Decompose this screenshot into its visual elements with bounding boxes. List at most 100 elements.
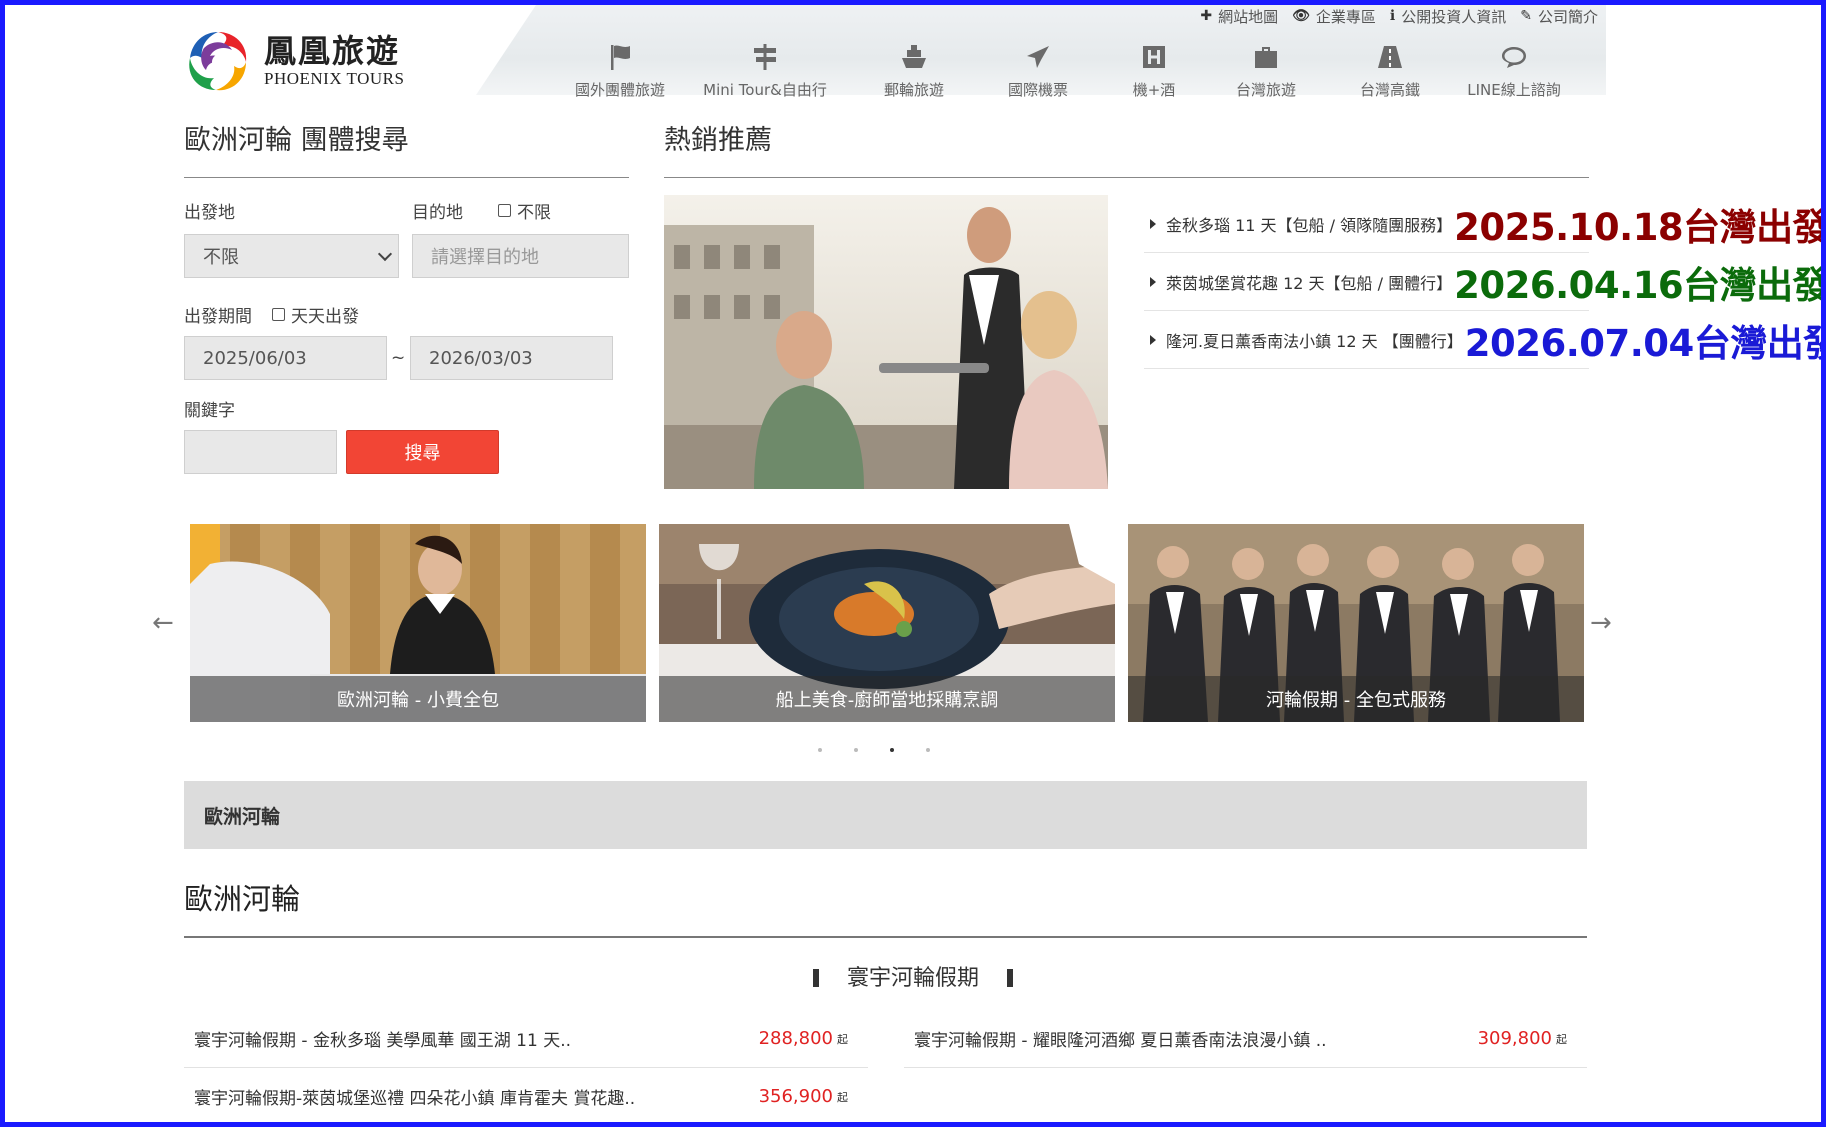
group-title: 寰宇河輪假期 <box>846 966 979 991</box>
hot-picks-photo[interactable] <box>664 195 1108 489</box>
origin-select[interactable]: 不限 <box>184 234 399 278</box>
checkbox[interactable] <box>272 308 285 321</box>
nav-taiwan-travel[interactable]: 台灣旅遊 <box>1210 39 1322 100</box>
nav-label: LINE線上諮詢 <box>1467 81 1561 99</box>
search-title: 歐洲河輪 團體搜尋 <box>184 118 629 178</box>
slide-caption: 歐洲河輪 - 小費全包 <box>190 676 646 722</box>
pagination-dot[interactable] <box>854 748 858 752</box>
chat-icon <box>1502 47 1526 68</box>
enterprise-label: 企業專區 <box>1315 7 1376 26</box>
nav-label: 台灣旅遊 <box>1235 81 1296 99</box>
keyword-label: 關鍵字 <box>184 401 235 421</box>
carousel-slide[interactable]: 歐洲河輪 - 小費全包 <box>190 524 646 722</box>
hot-item-title: 金秋多瑙 11 天【包船 / 領隊隨團服務】 <box>1166 215 1453 235</box>
category-title: 歐洲河輪 <box>184 876 1587 938</box>
trip-row[interactable]: 寰宇河輪假期 - 金秋多瑙 美學風華 國王湖 11 天.. 288,800 起 <box>184 1010 868 1068</box>
trip-row[interactable]: 寰宇河輪假期 - 耀眼隆河酒鄉 夏日薰香南法浪漫小鎮 .. 309,800 起 <box>904 1010 1587 1068</box>
dest-label: 目的地 <box>412 203 463 223</box>
pagination-dot-active[interactable] <box>890 748 894 752</box>
nav-mini-tour[interactable]: Mini Tour&自由行 <box>680 39 850 100</box>
destination-input[interactable]: 請選擇目的地 <box>412 234 629 278</box>
pagination-dot[interactable] <box>926 748 930 752</box>
hot-item-title: 隆河.夏日薰香南法小鎮 12 天 【團體行】 <box>1166 331 1463 351</box>
nav-hsr[interactable]: 台灣高鐵 <box>1322 39 1458 100</box>
period-label: 出發期間 <box>184 307 252 327</box>
nav-label: 台灣高鐵 <box>1359 81 1420 99</box>
feature-carousel: ← → 歐洲河輪 - 小費全包 船上美食-廚師當地採購烹調 河輪假期 - 全包式… <box>150 524 1612 724</box>
dest-any-checkbox[interactable]: 不限 <box>498 198 551 223</box>
plane-icon <box>1027 46 1049 68</box>
heading-bar-left <box>812 969 819 987</box>
carousel-next-arrow-icon[interactable]: → <box>1590 608 1612 638</box>
carousel-pagination <box>818 748 930 752</box>
nav-label: 郵輪旅遊 <box>883 81 944 99</box>
nav-flight-hotel[interactable]: 機+酒 <box>1098 39 1210 100</box>
group-heading: 寰宇河輪假期 <box>0 960 1826 992</box>
ship-icon <box>902 45 926 68</box>
trip-row[interactable]: 寰宇河輪假期-萊茵城堡巡禮 四朵花小鎮 庫肯霍夫 賞花趣.. 356,900 起 <box>184 1068 868 1126</box>
daily-departure-label: 天天出發 <box>291 307 359 327</box>
about-link[interactable]: ✎ 公司簡介 <box>1520 5 1598 27</box>
checkbox[interactable] <box>498 204 511 217</box>
hot-title: 熱銷推薦 <box>664 118 1589 178</box>
caret-right-icon <box>1150 334 1156 345</box>
pagination-dot[interactable] <box>818 748 822 752</box>
investor-label: 公開投資人資訊 <box>1401 7 1507 26</box>
suitcase-icon <box>1255 47 1277 68</box>
nav-flights[interactable]: 國際機票 <box>978 39 1098 100</box>
brand-logo[interactable]: 鳳凰旅遊 PHOENIX TOURS <box>182 25 422 97</box>
nav-cruise[interactable]: 郵輪旅遊 <box>850 39 978 100</box>
plus-icon: ✚ <box>1200 8 1213 24</box>
sitemap-label: 網站地圖 <box>1218 7 1279 26</box>
investor-link[interactable]: ℹ 公開投資人資訊 <box>1390 5 1506 27</box>
caret-right-icon <box>1150 218 1156 229</box>
brand-name-cn: 鳳凰旅遊 <box>264 32 401 70</box>
carousel-slide[interactable]: 河輪假期 - 全包式服務 <box>1128 524 1584 722</box>
trip-price: 356,900 <box>758 1086 833 1107</box>
main-nav: 國外團體旅遊 Mini Tour&自由行 郵輪旅遊 國際機票 機+酒 台灣旅遊 … <box>560 39 1570 100</box>
hot-item[interactable]: 萊茵城堡賞花趣 12 天【包船 / 團體行】 2026.04.16台灣出發 <box>1144 253 1826 311</box>
keyword-input[interactable] <box>184 430 337 474</box>
info-icon: ℹ <box>1389 8 1396 24</box>
trip-price: 309,800 <box>1477 1028 1552 1049</box>
trip-name: 寰宇河輪假期-萊茵城堡巡禮 四朵花小鎮 庫肯霍夫 賞花趣.. <box>194 1089 636 1109</box>
hot-picks-section: 熱銷推薦 金秋多瑙 11 天【包船 / 領隊隨團服務】 2025.10.18台灣… <box>664 118 1826 489</box>
date-from-input[interactable]: 2025/06/03 <box>184 336 387 380</box>
hot-item[interactable]: 隆河.夏日薰香南法小鎮 12 天 【團體行】 2026.07.04台灣出發 <box>1144 311 1826 369</box>
hotel-icon <box>1143 46 1165 68</box>
trip-name: 寰宇河輪假期 - 耀眼隆河酒鄉 夏日薰香南法浪漫小鎮 .. <box>914 1031 1327 1051</box>
date-to-input[interactable]: 2026/03/03 <box>410 336 613 380</box>
dining-photo-image <box>664 195 1108 489</box>
daily-departure-checkbox[interactable]: 天天出發 <box>272 302 359 327</box>
enterprise-link[interactable]: 👁 企業專區 <box>1292 5 1376 27</box>
date-separator: ~ <box>391 348 406 368</box>
flag-icon <box>611 45 630 70</box>
about-label: 公司簡介 <box>1537 7 1598 26</box>
group-search-panel: 歐洲河輪 團體搜尋 出發地 目的地 不限 不限 請選擇目的地 出發期間 天天出發… <box>184 118 629 474</box>
origin-value: 不限 <box>203 247 239 268</box>
origin-label: 出發地 <box>184 203 235 223</box>
nav-label: 國外團體旅遊 <box>574 81 665 99</box>
nav-line[interactable]: LINE線上諮詢 <box>1458 39 1570 100</box>
hot-item[interactable]: 金秋多瑙 11 天【包船 / 領隊隨團服務】 2025.10.18台灣出發 <box>1144 195 1826 253</box>
slide-caption: 船上美食-廚師當地採購烹調 <box>659 676 1115 722</box>
trip-price-unit: 起 <box>837 1032 848 1046</box>
trip-name: 寰宇河輪假期 - 金秋多瑙 美學風華 國王湖 11 天.. <box>194 1031 571 1051</box>
carousel-prev-arrow-icon[interactable]: ← <box>152 608 174 638</box>
caret-right-icon <box>1150 276 1156 287</box>
carousel-slide[interactable]: 船上美食-廚師當地採購烹調 <box>659 524 1115 722</box>
search-button[interactable]: 搜尋 <box>346 430 499 474</box>
date-to-value: 2026/03/03 <box>429 347 533 369</box>
date-from-value: 2025/06/03 <box>203 347 307 369</box>
signpost-icon <box>754 44 776 70</box>
hot-item-title: 萊茵城堡賞花趣 12 天【包船 / 團體行】 <box>1166 273 1453 293</box>
trip-price-unit: 起 <box>1556 1032 1567 1046</box>
heading-bar-right <box>1007 969 1013 987</box>
site-header: 鳳凰旅遊 PHOENIX TOURS ✚ 網站地圖 👁 企業專區 ℹ 公開投資人資訊 … <box>166 5 1606 99</box>
hot-picks-list: 金秋多瑙 11 天【包船 / 領隊隨團服務】 2025.10.18台灣出發 萊茵… <box>1144 195 1826 369</box>
eye-icon: 👁 <box>1292 8 1310 24</box>
edit-icon: ✎ <box>1520 8 1532 24</box>
nav-group-tours[interactable]: 國外團體旅遊 <box>560 39 680 100</box>
category-bar: 歐洲河輪 <box>184 781 1587 849</box>
sitemap-link[interactable]: ✚ 網站地圖 <box>1200 5 1278 27</box>
